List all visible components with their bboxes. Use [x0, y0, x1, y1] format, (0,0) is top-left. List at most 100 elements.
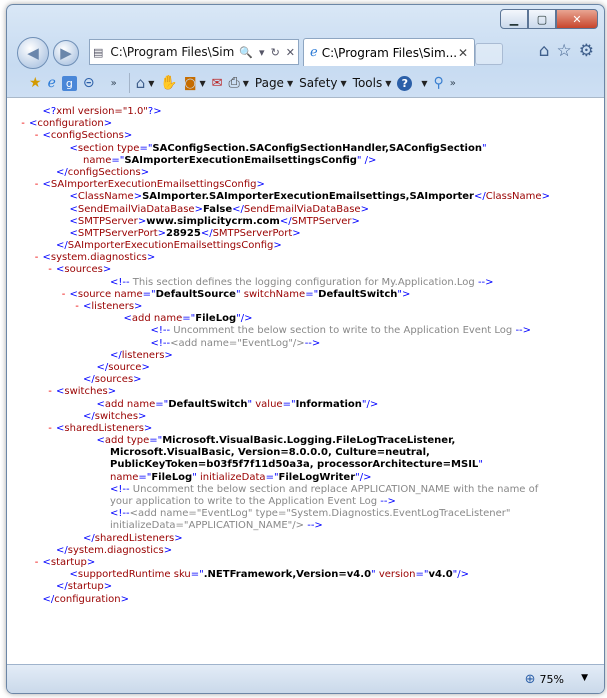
collapse-toggle[interactable]: -	[44, 386, 56, 398]
xml-line: <!-- This section defines the logging co…	[7, 277, 550, 289]
lock-icon[interactable]: ⊝	[83, 75, 95, 91]
xml-line: - <system.diagnostics>	[7, 252, 550, 264]
chevron-right-icon[interactable]: »	[450, 78, 456, 89]
page-menu[interactable]: Page ▼	[255, 76, 293, 90]
refresh-icon[interactable]: ↻	[271, 46, 280, 59]
xml-line-text: name="FileLog" initializeData="FileLogWr…	[110, 471, 372, 483]
xml-line-text: </startup>	[56, 581, 113, 593]
collapse-toggle[interactable]: -	[17, 118, 29, 130]
add-favorites-icon[interactable]: ★	[29, 75, 42, 91]
dropdown-icon[interactable]: ▾	[259, 46, 265, 59]
feeds-icon[interactable]: ◙ ▼	[184, 76, 206, 91]
xml-line-text: <!--<add name="EventLog" type="System.Di…	[110, 508, 511, 520]
xml-line-text: </sources>	[83, 374, 142, 386]
xml-line: <add name="FileLog"/>	[7, 313, 550, 325]
chevron-down-icon[interactable]: ▼	[421, 79, 427, 88]
xml-line: <!-- Uncomment the below section and rep…	[7, 484, 550, 496]
collapse-toggle[interactable]: -	[31, 557, 43, 569]
stop-icon[interactable]: ✕	[286, 46, 295, 59]
minimize-button[interactable]: ▁	[500, 9, 528, 29]
safety-menu[interactable]: Safety ▼	[299, 76, 347, 90]
chevron-right-icon[interactable]: »	[111, 78, 117, 89]
xml-line: <SMTPServer>www.simplicitycrm.com</SMTPS…	[7, 216, 550, 228]
forward-arrow-icon: ▶	[60, 44, 72, 62]
xml-line: - <source name="DefaultSource" switchName…	[7, 289, 550, 301]
xml-line-text: <add name="FileLog"/>	[123, 313, 253, 325]
close-icon: ✕	[572, 12, 582, 26]
close-window-button[interactable]: ✕	[556, 9, 598, 29]
collapse-toggle[interactable]: -	[31, 130, 43, 142]
xml-line-text: <?xml version="1.0"?>	[42, 106, 162, 117]
xml-line-text: </source>	[96, 361, 150, 373]
xml-line-text: </switches>	[83, 410, 147, 422]
search-icon[interactable]: 🔍	[239, 46, 253, 59]
xml-line: </system.diagnostics>	[7, 545, 550, 557]
research-icon[interactable]: ⚲	[434, 75, 444, 91]
xml-line: </listeners>	[7, 350, 550, 362]
right-icons: ⌂ ☆ ⚙	[539, 41, 594, 61]
xml-line-text: <!-- Uncomment the below section and rep…	[110, 483, 539, 495]
xml-line: - <sharedListeners>	[7, 423, 550, 435]
collapse-toggle[interactable]: -	[31, 179, 43, 191]
maximize-button[interactable]: ▢	[528, 9, 556, 29]
xml-line: </source>	[7, 362, 550, 374]
xml-line-text: <SendEmailViaDataBase>False</SendEmailVi…	[69, 203, 369, 215]
hand-icon[interactable]: ✋	[160, 75, 177, 91]
home-toolbar-icon[interactable]: ⌂ ▼	[136, 74, 155, 92]
zoom-control[interactable]: ⊕ 75%	[525, 672, 564, 687]
home-icon[interactable]: ⌂	[539, 41, 550, 61]
xml-line: <!--<add name="EventLog"/>-->	[7, 338, 550, 350]
xml-line-text: <source name="DefaultSource" switchName=…	[69, 288, 411, 300]
print-icon[interactable]: ⎙ ▼	[229, 75, 249, 91]
xml-line: - <switches>	[7, 386, 550, 398]
gear-icon[interactable]: ⚙	[579, 41, 594, 61]
xml-line: <section type="SAConfigSection.SAConfigS…	[7, 143, 550, 155]
xml-line-text: <add type="Microsoft.VisualBasic.Logging…	[96, 435, 456, 447]
xml-line-text: Microsoft.VisualBasic, Version=8.0.0.0, …	[110, 447, 430, 459]
command-bar: ★ ℯ g ⊝ » ⌂ ▼ ✋ ◙ ▼ ✉ ⎙ ▼ Page ▼ Safety ▼ Too…	[7, 69, 604, 97]
xml-line-text: <configSections>	[42, 130, 133, 142]
address-bar[interactable]: ▤ C:\Program Files\Sim 🔍 ▾ ↻ ✕	[89, 39, 299, 65]
xml-line: </SAImporterExecutionEmailsettingsConfig…	[7, 240, 550, 252]
tab-close-icon[interactable]: ✕	[458, 46, 468, 60]
xml-line: - <sources>	[7, 264, 550, 276]
xml-line: name="FileLog" initializeData="FileLogWr…	[7, 472, 550, 484]
chevron-down-icon[interactable]: ▼	[581, 673, 588, 683]
mail-icon[interactable]: ✉	[212, 76, 223, 91]
maximize-icon: ▢	[536, 12, 548, 26]
xml-line-text: <switches>	[56, 386, 117, 398]
xml-line-text: </configSections>	[56, 166, 150, 178]
xml-line-text: your application to write to the Applica…	[110, 496, 396, 507]
divider	[128, 73, 130, 93]
xml-line: </sharedListeners>	[7, 533, 550, 545]
collapse-toggle[interactable]: -	[44, 423, 56, 435]
xml-line: <!-- Uncomment the below section to writ…	[7, 325, 550, 337]
google-icon[interactable]: g	[61, 75, 77, 91]
page-menu-label: Page	[254, 76, 284, 90]
chevron-down-icon: ▼	[340, 78, 347, 88]
ie-icon[interactable]: ℯ	[48, 75, 56, 91]
tools-menu[interactable]: Tools ▼	[353, 76, 392, 90]
xml-line: <add name="DefaultSwitch" value="Informa…	[7, 399, 550, 411]
xml-line-text: <sources>	[56, 264, 112, 276]
collapse-toggle[interactable]: -	[44, 264, 56, 276]
xml-line: </configuration>	[7, 594, 550, 606]
xml-line: <SMTPServerPort>28925</SMTPServerPort>	[7, 228, 550, 240]
help-icon[interactable]: ?	[397, 75, 413, 91]
xml-line-text: PublicKeyToken=b03f5f7f11d50a3a, process…	[110, 459, 483, 471]
xml-line-text: <section type="SAConfigSection.SAConfigS…	[69, 142, 487, 154]
xml-line: <add type="Microsoft.VisualBasic.Logging…	[7, 435, 550, 447]
collapse-toggle[interactable]: -	[71, 301, 83, 313]
tab-active[interactable]: ℯ C:\Program Files\Sim... ✕	[303, 38, 475, 66]
collapse-toggle[interactable]: -	[31, 252, 43, 264]
xml-content-area[interactable]: <?xml version="1.0"?> - <configuration> - <c…	[7, 97, 604, 665]
favorites-star-icon[interactable]: ☆	[557, 41, 572, 61]
back-button[interactable]: ◀	[17, 37, 49, 69]
xml-line: <!--<add name="EventLog" type="System.Di…	[7, 508, 550, 520]
xml-line: - <configuration>	[7, 118, 550, 130]
address-text[interactable]: C:\Program Files\Sim	[110, 45, 236, 59]
xml-line: <supportedRuntime sku=".NETFramework,Ver…	[7, 569, 550, 581]
new-tab-button[interactable]	[475, 43, 503, 65]
forward-button[interactable]: ▶	[53, 40, 79, 66]
collapse-toggle[interactable]: -	[58, 289, 70, 301]
